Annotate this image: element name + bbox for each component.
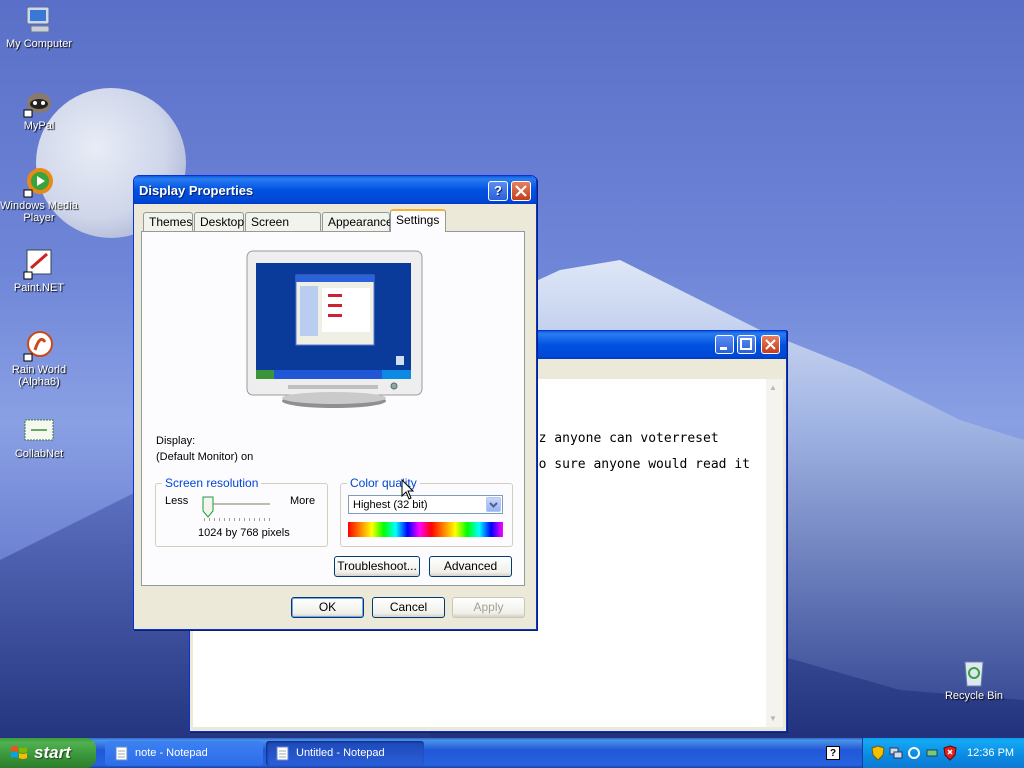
cancel-button[interactable]: Cancel: [372, 597, 445, 618]
screen-resolution-label: Screen resolution: [162, 476, 262, 490]
less-label: Less: [165, 495, 189, 507]
desktop-icon-label: Recycle Bin: [944, 690, 1004, 702]
minimize-button[interactable]: [715, 335, 734, 354]
windows-logo-icon: [11, 746, 27, 759]
desktop-icon-collabnet[interactable]: CollabNet: [0, 414, 79, 460]
apply-button[interactable]: Apply: [452, 597, 525, 618]
help-tray-icon[interactable]: ?: [826, 746, 840, 760]
close-button[interactable]: [761, 335, 780, 354]
computer-icon: [23, 4, 55, 36]
close-button[interactable]: [511, 181, 531, 201]
troubleshoot-button[interactable]: Troubleshoot...: [334, 556, 420, 577]
notepad-icon: [276, 746, 289, 761]
color-quality-group: Color quality Highest (32 bit): [340, 476, 513, 547]
recycle-bin-icon: [958, 656, 990, 688]
media-player-icon: [23, 166, 55, 198]
color-spectrum-bar: [348, 522, 503, 537]
desktop-icon-label: CollabNet: [14, 448, 64, 460]
mouse-cursor-icon: [401, 479, 415, 500]
color-quality-value: Highest (32 bit): [353, 499, 428, 511]
resolution-slider-ticks: [204, 518, 270, 521]
network-icon[interactable]: [889, 746, 903, 760]
ok-button[interactable]: OK: [291, 597, 364, 618]
task-untitled-notepad[interactable]: Untitled - Notepad: [266, 741, 424, 766]
security-alert-icon[interactable]: [943, 745, 957, 761]
desktop-icon-mypal[interactable]: MyPal: [0, 86, 79, 132]
resolution-slider-thumb[interactable]: [202, 496, 214, 518]
desktop-icon-label: Windows Media Player: [0, 200, 78, 224]
desktop-icon-my-computer[interactable]: My Computer: [0, 4, 79, 50]
notepad-line: too sure anyone would read it: [523, 457, 750, 472]
system-tray: 12:36 PM: [862, 738, 1024, 768]
sync-icon[interactable]: [907, 746, 921, 760]
dialog-title: Display Properties: [139, 183, 254, 198]
resolution-value: 1024 by 768 pixels: [198, 527, 290, 539]
more-label: More: [290, 495, 316, 507]
close-icon: [765, 339, 776, 350]
minimize-icon: [720, 347, 727, 350]
raccoon-icon: [23, 86, 55, 118]
tab-screen-saver[interactable]: Screen Saver: [245, 212, 321, 247]
screen-resolution-group: Screen resolution Less More 1024 by 768 …: [155, 476, 328, 547]
help-icon: ?: [494, 183, 502, 198]
notepad-line: tuz anyone can voterreset: [523, 431, 719, 446]
color-quality-select[interactable]: Highest (32 bit): [348, 495, 503, 514]
maximize-button[interactable]: [737, 335, 756, 354]
advanced-button[interactable]: Advanced: [429, 556, 512, 577]
chevron-down-icon: [489, 502, 498, 508]
dropdown-button[interactable]: [486, 497, 501, 512]
scroll-down-icon[interactable]: ▼: [769, 714, 777, 723]
desktop-icon-paint-net[interactable]: Paint.NET: [0, 248, 79, 294]
close-icon: [515, 185, 527, 197]
desktop-icon-label: MyPal: [23, 120, 55, 132]
collabnet-icon: [23, 414, 55, 446]
desktop-icon-recycle-bin[interactable]: Recycle Bin: [934, 656, 1014, 702]
safely-remove-icon[interactable]: [925, 746, 939, 760]
desktop-icon-media-player[interactable]: Windows Media Player: [0, 166, 79, 224]
start-label: start: [34, 743, 71, 762]
desktop-icon-label: My Computer: [5, 38, 73, 50]
task-label: Untitled - Notepad: [296, 747, 385, 759]
display-value: (Default Monitor) on: [156, 451, 254, 463]
maximize-icon: [740, 338, 752, 350]
paint-icon: [23, 248, 55, 280]
scroll-up-icon[interactable]: ▲: [769, 383, 777, 392]
desktop-icon-rain-world[interactable]: Rain World (Alpha8): [0, 330, 79, 388]
monitor-preview: [246, 250, 423, 408]
help-button[interactable]: ?: [488, 181, 508, 201]
notepad-icon: [115, 746, 128, 761]
clock[interactable]: 12:36 PM: [967, 738, 1014, 768]
taskbar: start note - Notepad Untitled - Notepad …: [0, 738, 1024, 768]
tab-appearance[interactable]: Appearance: [322, 212, 393, 231]
game-icon: [23, 330, 55, 362]
notepad-scrollbar[interactable]: ▲ ▼: [766, 379, 783, 727]
desktop-icon-label: Paint.NET: [13, 282, 65, 294]
start-button[interactable]: start: [0, 738, 96, 768]
task-label: note - Notepad: [135, 747, 208, 759]
desktop-icon-label: Rain World (Alpha8): [11, 364, 67, 388]
display-label: Display:: [156, 435, 196, 447]
shield-icon[interactable]: [871, 745, 885, 761]
tab-desktop[interactable]: Desktop: [194, 212, 244, 231]
task-note-notepad[interactable]: note - Notepad: [105, 741, 263, 766]
tab-themes[interactable]: Themes: [143, 212, 193, 231]
dialog-titlebar[interactable]: Display Properties ?: [134, 176, 536, 204]
tab-settings[interactable]: Settings: [390, 209, 446, 232]
